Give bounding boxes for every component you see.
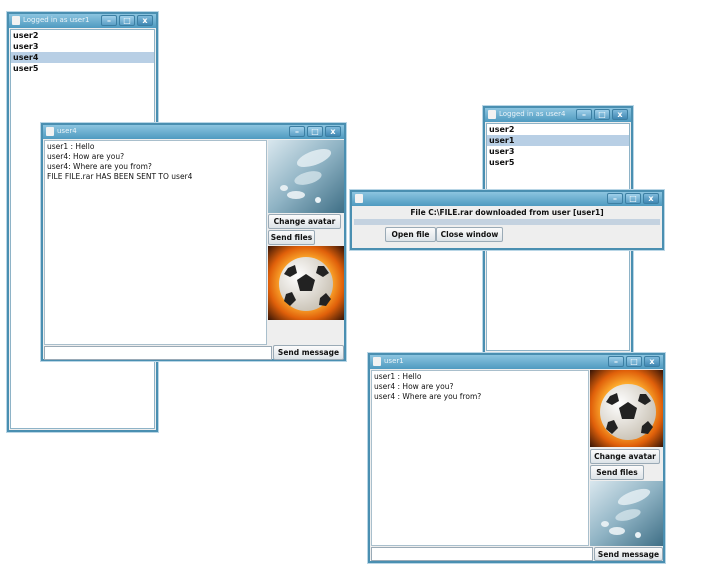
user-list-item[interactable]: user2 [11,30,154,41]
chat-message: user4: How are you? [47,152,125,161]
maximize-icon: □ [311,127,319,136]
login-window-user4-titlebar[interactable]: Logged in as user4 – □ x [485,108,631,122]
dialog-divider [354,219,660,225]
window-title: Logged in as user4 [499,110,566,118]
chat-history[interactable]: user1 : Hello user4: How are you? user4:… [44,140,267,345]
java-cup-icon [373,357,381,366]
java-cup-icon [355,194,363,203]
minimize-icon: – [295,127,299,136]
login-window-user1-titlebar[interactable]: Logged in as user1 – □ x [9,14,156,28]
close-icon: x [617,110,623,119]
download-dialog: – □ x File C:\FILE.rar downloaded from u… [350,190,664,250]
close-button[interactable]: x [325,126,341,137]
send-message-button[interactable]: Send message [273,345,344,360]
message-input[interactable] [371,547,593,561]
chat-message: user4: Where are you from? [47,162,152,171]
window-title: user4 [57,127,77,135]
maximize-icon: □ [598,110,606,119]
minimize-button[interactable]: – [576,109,592,120]
chat-window-user1-titlebar[interactable]: user1 – □ x [370,355,663,369]
close-button[interactable]: x [612,109,628,120]
maximize-button[interactable]: □ [594,109,610,120]
chat-message: FILE FILE.rar HAS BEEN SENT TO user4 [47,172,193,181]
chat-window-user1: user1 – □ x user1 : Hello user4 : How ar… [368,353,665,563]
minimize-icon: – [613,194,617,203]
minimize-button[interactable]: – [607,193,623,204]
send-files-button[interactable]: Send files [268,230,315,245]
window-title: Logged in as user1 [23,16,90,24]
soccer-ball-avatar [590,370,663,447]
close-icon: x [142,16,148,25]
chat-message: user1 : Hello [47,142,95,151]
change-avatar-button[interactable]: Change avatar [268,214,341,229]
user-list-item[interactable]: user5 [11,63,154,74]
minimize-icon: – [614,357,618,366]
close-button[interactable]: x [137,15,153,26]
close-button[interactable]: x [644,356,660,367]
open-file-button[interactable]: Open file [385,227,436,242]
user-list-item[interactable]: user3 [487,146,629,157]
minimize-icon: – [107,16,111,25]
minimize-icon: – [582,110,586,119]
maximize-button[interactable]: □ [119,15,135,26]
message-input[interactable] [44,346,272,360]
maximize-button[interactable]: □ [625,193,641,204]
close-window-button[interactable]: Close window [436,227,503,242]
chat-window-user4-titlebar[interactable]: user4 – □ x [43,125,344,139]
water-drops-avatar [268,140,344,213]
minimize-button[interactable]: – [101,15,117,26]
maximize-icon: □ [123,16,131,25]
user-list-item-selected[interactable]: user4 [11,52,154,63]
send-files-button[interactable]: Send files [590,465,644,480]
close-button[interactable]: x [643,193,659,204]
download-dialog-titlebar[interactable]: – □ x [352,192,662,206]
java-cup-icon [46,127,54,136]
window-title: user1 [384,357,404,365]
change-avatar-button[interactable]: Change avatar [590,449,660,464]
send-message-button[interactable]: Send message [594,547,663,561]
close-icon: x [330,127,336,136]
maximize-button[interactable]: □ [307,126,323,137]
maximize-icon: □ [630,357,638,366]
minimize-button[interactable]: – [608,356,624,367]
minimize-button[interactable]: – [289,126,305,137]
chat-message: user4 : How are you? [374,382,454,391]
download-message: File C:\FILE.rar downloaded from user [u… [410,208,604,217]
soccer-ball-avatar [268,246,344,320]
chat-history[interactable]: user1 : Hello user4 : How are you? user4… [371,370,589,546]
water-drops-avatar [590,481,663,546]
user-list-item[interactable]: user5 [487,157,629,168]
chat-message: user4 : Where are you from? [374,392,482,401]
close-icon: x [649,357,655,366]
user-list-item[interactable]: user2 [487,124,629,135]
chat-window-user4: user4 – □ x user1 : Hello user4: How are… [41,123,346,361]
java-cup-icon [488,110,496,119]
user-list-item-selected[interactable]: user1 [487,135,629,146]
java-cup-icon [12,16,20,25]
user-list-item[interactable]: user3 [11,41,154,52]
chat-message: user1 : Hello [374,372,422,381]
close-icon: x [648,194,654,203]
maximize-button[interactable]: □ [626,356,642,367]
maximize-icon: □ [629,194,637,203]
